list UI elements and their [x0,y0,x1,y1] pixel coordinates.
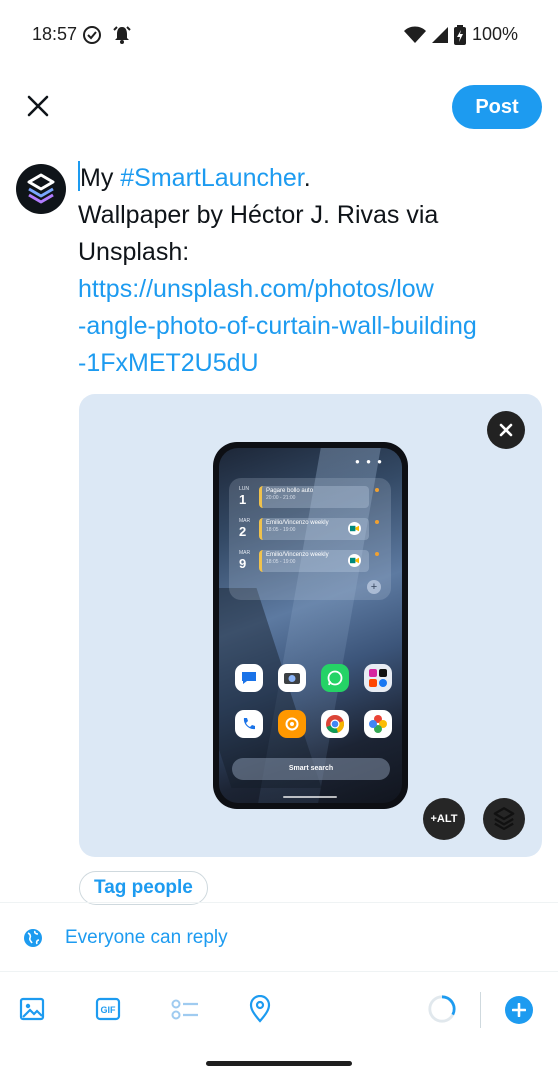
add-alt-text-button[interactable]: +ALT [423,798,465,840]
reply-settings-row[interactable]: Everyone can reply [0,903,558,971]
camera-app-icon [278,664,306,692]
calendar-row: MAR 2 Emilio/Vincenzo weekly 18:05 - 19:… [229,518,391,548]
app-row [231,710,393,740]
compose-header: Post [0,82,558,132]
compose-period: . [303,164,311,192]
calendar-day-number: 1 [239,492,247,507]
system-navigation-handle[interactable] [206,1061,352,1066]
compose-line-2: Wallpaper by Héctor J. Rivas via [78,201,439,229]
url-link-line-1[interactable]: https://unsplash.com/photos/low [78,271,548,308]
media-attachment[interactable]: ● ● ● LUN 1 Pagare bollo auto 20:00 - 21… [79,394,542,857]
compose-toolbar: GIF [0,972,558,1050]
edit-media-button[interactable] [483,798,525,840]
phone-app-icon [235,710,263,738]
social-folder-icon [364,664,392,692]
calendar-day-number: 2 [239,524,247,539]
progress-ring-icon [428,995,456,1023]
url-link-line-3[interactable]: -1FxMET2U5dU [78,345,548,382]
calendar-event: Emilio/Vincenzo weekly 18:05 - 19:00 [259,518,369,540]
phone-screen: ● ● ● LUN 1 Pagare bollo auto 20:00 - 21… [219,448,402,803]
reply-settings-label: Everyone can reply [65,927,228,948]
status-bar: 18:57 100% [0,0,558,70]
compose-text-area[interactable]: My #SmartLauncher. Wallpaper by Héctor J… [78,160,548,382]
add-poll-button[interactable] [170,994,200,1024]
calendar-dot [375,488,379,492]
svg-text:GIF: GIF [101,1005,117,1015]
google-meet-icon [348,554,361,567]
music-app-icon [278,710,306,738]
phone-screenshot: ● ● ● LUN 1 Pagare bollo auto 20:00 - 21… [213,442,408,809]
add-thread-button[interactable] [505,996,533,1024]
add-image-button[interactable] [17,994,47,1024]
status-time: 18:57 [32,24,78,44]
remove-media-button[interactable] [487,411,525,449]
google-meet-icon [348,522,361,535]
calendar-widget: LUN 1 Pagare bollo auto 20:00 - 21:00 MA… [229,478,391,600]
status-notification-icons [82,25,132,45]
location-pin-icon [249,995,271,1023]
add-location-button[interactable] [245,994,275,1024]
alarm-bell-icon [113,26,131,44]
smart-search-bar: Smart search [232,758,390,780]
check-circle-icon [83,26,101,44]
calendar-event: Pagare bollo auto 20:00 - 21:00 [259,486,369,508]
status-right-icons: 100% [403,24,518,45]
compose-word: My [80,164,114,192]
toolbar-separator [480,992,481,1028]
tag-people-button[interactable]: Tag people [79,871,208,905]
calendar-day-number: 9 [239,556,247,571]
phone-home-indicator [283,796,337,798]
chrome-app-icon [321,710,349,738]
cell-signal-icon [431,26,448,43]
calendar-dot [375,520,379,524]
avatar[interactable] [16,164,66,214]
smart-launcher-edit-icon [493,807,515,831]
add-gif-button[interactable]: GIF [93,994,123,1024]
character-count-ring [427,994,457,1024]
calendar-event: Emilio/Vincenzo weekly 18:05 - 19:00 [259,550,369,572]
poll-icon [171,999,198,1020]
post-button[interactable]: Post [452,85,542,129]
globe-icon [24,929,42,947]
calendar-add-icon: + [367,580,381,594]
app-row [231,664,393,694]
compose-line-3: Unsplash: [78,238,190,266]
calendar-row: MAR 9 Emilio/Vincenzo weekly 18:05 - 19:… [229,550,391,580]
gif-icon: GIF [95,997,121,1021]
compose-line-1: My #SmartLauncher. [78,160,548,197]
whatsapp-app-icon [321,664,349,692]
plus-icon [512,1003,526,1017]
close-icon [499,423,513,437]
photos-app-icon [364,710,392,738]
hashtag-link[interactable]: #SmartLauncher [120,164,303,192]
battery-icon [453,24,466,45]
battery-percent: 100% [471,24,518,44]
close-icon [27,95,49,117]
url-link-line-2[interactable]: -angle-photo-of-curtain-wall-building [78,308,548,345]
smart-launcher-logo-icon [27,173,55,204]
calendar-event-title: Pagare bollo auto [266,488,314,494]
calendar-event-time: 20:00 - 21:00 [266,495,296,501]
phone-menu-dots-icon: ● ● ● [355,457,384,466]
messages-app-icon [235,664,263,692]
close-button[interactable] [22,90,54,122]
image-icon [19,997,45,1021]
calendar-dot [375,552,379,556]
wifi-icon [403,26,426,43]
calendar-row: LUN 1 Pagare bollo auto 20:00 - 21:00 [229,486,391,516]
